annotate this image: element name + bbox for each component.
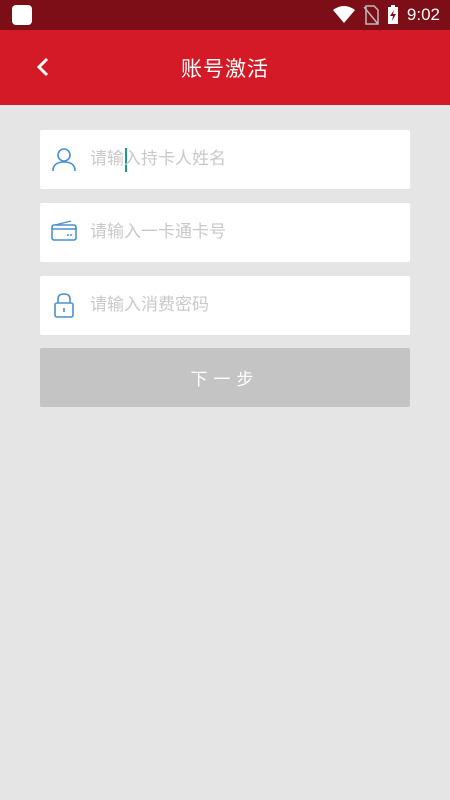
app-header: 账号激活 [0,30,450,105]
password-placeholder: 请输入消费密码 [90,295,209,315]
card-icon [51,220,77,241]
wifi-icon [332,6,355,23]
next-step-button[interactable]: 下一步 [40,348,410,407]
cardholder-name-placeholder: 请输入持卡人姓名 [90,149,226,169]
cardholder-name-field[interactable]: 请输入持卡人姓名 [40,130,410,189]
status-bar: 9:02 [0,0,450,30]
status-time: 9:02 [406,5,440,24]
lock-icon [54,293,74,318]
card-number-placeholder: 请输入一卡通卡号 [90,222,226,242]
no-sim-icon [363,5,379,25]
app-notification-icon [12,5,32,25]
battery-charging-icon [387,5,398,24]
password-field[interactable]: 请输入消费密码 [40,276,410,335]
card-number-field[interactable]: 请输入一卡通卡号 [40,203,410,262]
page-title: 账号激活 [181,56,269,81]
user-icon [52,148,76,172]
